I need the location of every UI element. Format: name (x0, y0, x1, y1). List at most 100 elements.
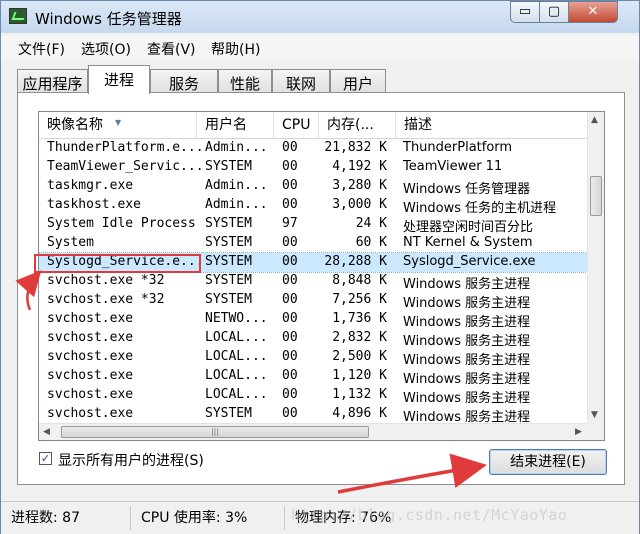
process-memory: 24 K (355, 216, 387, 231)
end-process-button[interactable]: 结束进程(E) (489, 449, 607, 475)
column-memory[interactable]: 内存(... (319, 112, 396, 138)
process-user: LOCAL... (205, 387, 268, 402)
process-description: Windows 服务主进程 (403, 277, 531, 292)
process-row[interactable]: taskmgr.exe Admin... 00 3,280 K Windows 任务管理… (39, 177, 587, 197)
scroll-left-icon[interactable]: ◀ (43, 427, 50, 437)
process-cpu: 00 (282, 292, 298, 307)
process-row[interactable]: svchost.exe *32 SYSTEM 00 8,848 K Windows 服务… (39, 272, 587, 292)
process-user: SYSTEM (205, 292, 252, 307)
process-description: Windows 任务的主机进程 (403, 201, 557, 216)
menu-options[interactable]: 选项(O) (81, 39, 131, 59)
process-user: LOCAL... (205, 330, 268, 345)
watermark-text: http://blog.csdn.net/McYaoYao (291, 506, 568, 524)
process-description: Windows 服务主进程 (403, 353, 531, 368)
process-memory: 4,192 K (332, 159, 387, 174)
title-bar[interactable]: Windows 任务管理器 ▭ ▢ ✕ (1, 1, 639, 33)
column-image-name[interactable]: 映像名称 ▼ (39, 112, 197, 138)
tab-networking[interactable]: 联网 (272, 69, 330, 93)
process-user: SYSTEM (205, 235, 252, 250)
process-description: Windows 服务主进程 (403, 315, 531, 330)
process-description: 处理器空闲时间百分比 (403, 220, 534, 235)
column-cpu[interactable]: CPU (274, 112, 319, 138)
scroll-down-icon[interactable]: ▼ (591, 410, 598, 420)
process-row[interactable]: Syslogd_Service.e... SYSTEM 00 28,288 K Sysl… (39, 252, 588, 273)
process-cpu: 00 (282, 197, 298, 212)
process-cpu: 00 (282, 254, 298, 269)
menu-file[interactable]: 文件(F) (18, 39, 65, 59)
process-cpu: 97 (282, 216, 298, 231)
column-description[interactable]: 描述 (396, 112, 587, 138)
scroll-up-icon[interactable]: ▲ (591, 115, 598, 125)
process-row[interactable]: svchost.exe NETWO... 00 1,736 K Windows 服务主进… (39, 310, 587, 330)
tab-applications[interactable]: 应用程序 (17, 69, 88, 93)
process-row[interactable]: svchost.exe LOCAL... 00 1,120 K Windows 服务主进… (39, 367, 587, 387)
process-memory: 60 K (355, 235, 387, 250)
process-memory: 7,256 K (332, 292, 387, 307)
process-name: svchost.exe (47, 406, 134, 421)
process-row[interactable]: System Idle Process SYSTEM 97 24 K 处理器空闲时间百分… (39, 215, 587, 235)
process-name: svchost.exe (47, 330, 134, 345)
minimize-button[interactable]: ▭ (510, 1, 540, 23)
process-memory: 3,000 K (332, 197, 387, 212)
process-row[interactable]: ThunderPlatform.e... Admin... 00 21,832 K Th… (39, 139, 587, 158)
process-name: svchost.exe (47, 311, 134, 326)
process-cpu: 00 (282, 159, 298, 174)
maximize-button[interactable]: ▢ (539, 1, 569, 23)
column-image-name-label: 映像名称 (47, 117, 103, 133)
horizontal-scroll-thumb[interactable]: ||| (61, 426, 369, 438)
menu-bar: 文件(F) 选项(O) 查看(V) 帮助(H) (1, 35, 639, 59)
process-memory: 1,120 K (332, 368, 387, 383)
process-cpu: 00 (282, 273, 298, 288)
close-button[interactable]: ✕ (568, 1, 618, 23)
process-name: TeamViewer_Servic... (47, 159, 204, 174)
process-description: Windows 服务主进程 (403, 391, 531, 406)
tab-processes[interactable]: 进程 (88, 65, 150, 94)
process-user: SYSTEM (205, 254, 252, 269)
process-name: svchost.exe (47, 387, 134, 402)
process-memory: 21,832 K (324, 140, 387, 155)
process-row[interactable]: System SYSTEM 00 60 K NT Kernel & System (39, 234, 587, 253)
window-title: Windows 任务管理器 (35, 10, 182, 28)
process-user: Admin... (205, 197, 268, 212)
horizontal-scrollbar[interactable]: ◀ ||| ▶ (39, 423, 587, 440)
process-cpu: 00 (282, 178, 298, 193)
vertical-scroll-thumb[interactable] (590, 176, 602, 216)
process-user: SYSTEM (205, 406, 252, 421)
process-memory: 2,832 K (332, 330, 387, 345)
process-list[interactable]: 映像名称 ▼ 用户名 CPU 内存(... 描述 ThunderPlatform… (38, 111, 605, 441)
process-description: ThunderPlatform (403, 140, 513, 155)
process-row[interactable]: svchost.exe *32 SYSTEM 00 7,256 K Windows 服务… (39, 291, 587, 311)
menu-view[interactable]: 查看(V) (147, 39, 196, 59)
process-cpu: 00 (282, 311, 298, 326)
process-user: LOCAL... (205, 368, 268, 383)
process-row[interactable]: TeamViewer_Servic... SYSTEM 00 4,192 K TeamV… (39, 158, 587, 177)
process-name: System (47, 235, 94, 250)
tab-users[interactable]: 用户 (330, 69, 386, 93)
process-row[interactable]: svchost.exe LOCAL... 00 2,500 K Windows 服务主进… (39, 348, 587, 368)
process-name: taskhost.exe (47, 197, 141, 212)
process-user: SYSTEM (205, 273, 252, 288)
process-user: Admin... (205, 178, 268, 193)
process-name: System Idle Process (47, 216, 196, 231)
process-cpu: 00 (282, 140, 298, 155)
process-row[interactable]: taskhost.exe Admin... 00 3,000 K Windows 任务的… (39, 196, 587, 216)
task-manager-window: Windows 任务管理器 ▭ ▢ ✕ 文件(F) 选项(O) 查看(V) 帮助… (0, 0, 640, 534)
scroll-right-icon[interactable]: ▶ (575, 427, 582, 437)
process-row[interactable]: svchost.exe SYSTEM 00 4,896 K Windows 服务主进程 (39, 405, 587, 425)
tab-services[interactable]: 服务 (150, 69, 218, 93)
process-name: svchost.exe (47, 368, 134, 383)
column-user-name[interactable]: 用户名 (197, 112, 274, 138)
sort-indicator-icon: ▼ (115, 118, 122, 127)
process-row[interactable]: svchost.exe LOCAL... 00 2,832 K Windows 服务主进… (39, 329, 587, 349)
process-name: svchost.exe *32 (47, 292, 165, 307)
process-name: svchost.exe *32 (47, 273, 165, 288)
show-all-users-checkbox[interactable]: ✓ (39, 452, 52, 465)
process-row[interactable]: svchost.exe LOCAL... 00 1,132 K Windows 服务主进… (39, 386, 587, 406)
process-name: svchost.exe (47, 349, 134, 364)
process-description: NT Kernel & System (403, 235, 533, 250)
tab-performance[interactable]: 性能 (218, 69, 272, 93)
process-cpu: 00 (282, 406, 298, 421)
vertical-scrollbar[interactable]: ▲ ▼ (587, 112, 604, 423)
menu-help[interactable]: 帮助(H) (211, 39, 260, 59)
task-manager-icon (9, 8, 27, 24)
